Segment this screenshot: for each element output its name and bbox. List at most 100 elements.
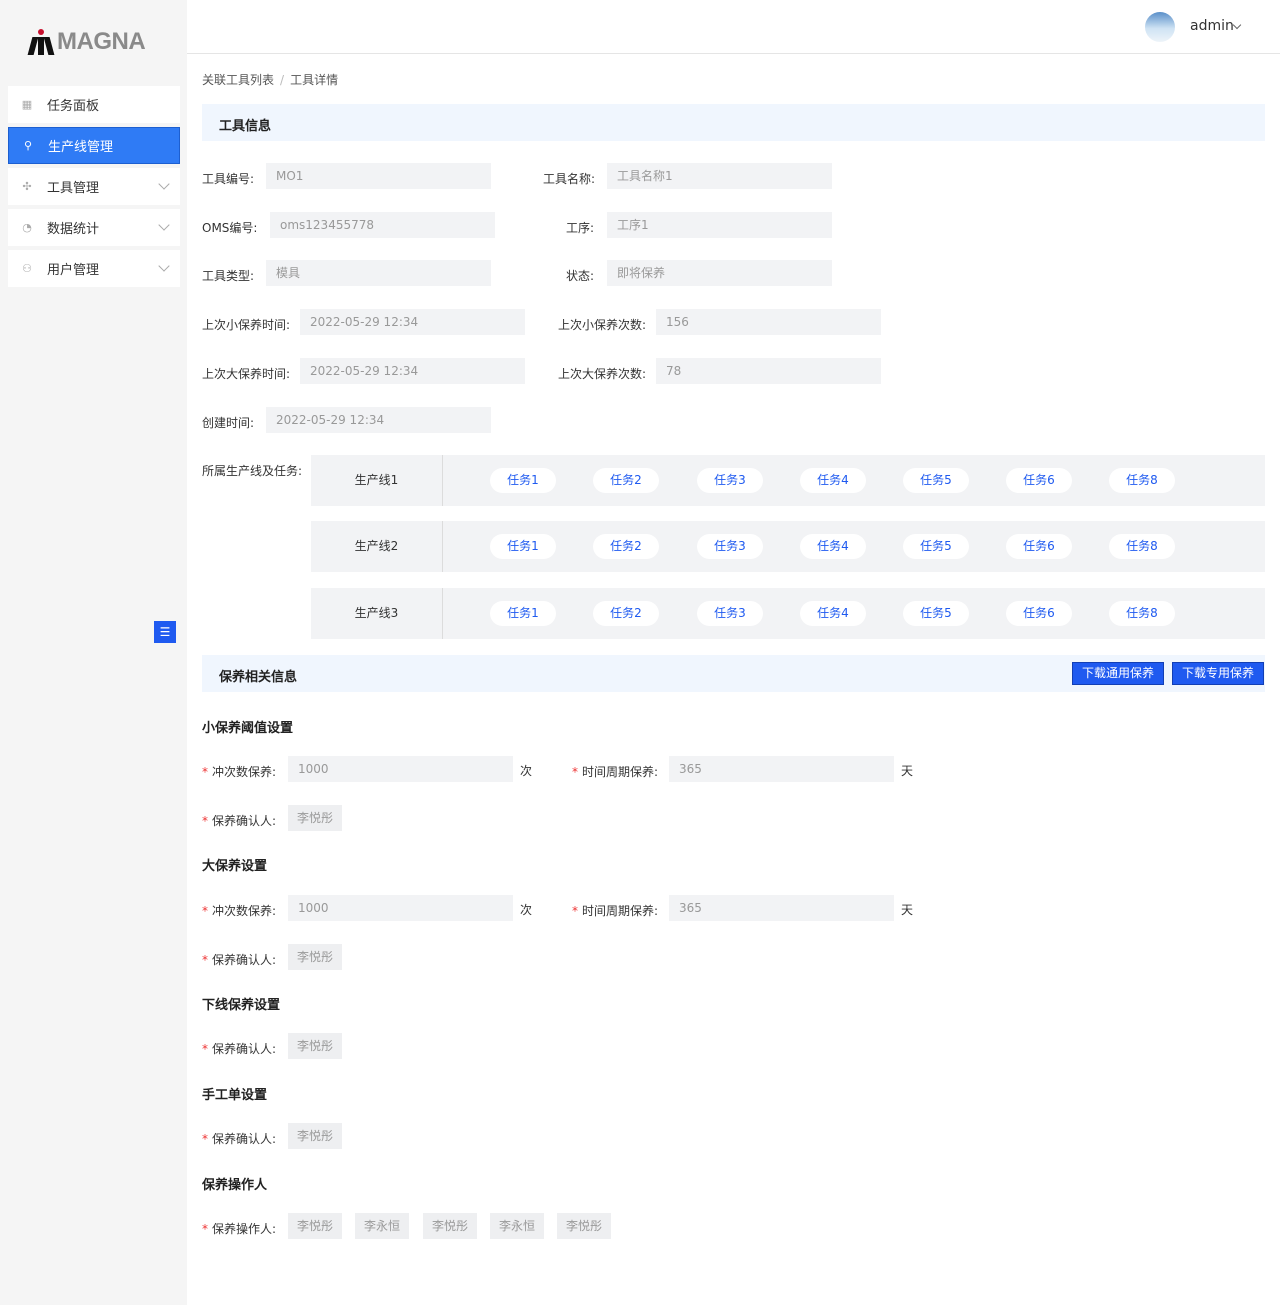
production-line-name: 生产线1 — [311, 455, 443, 506]
tool-info-header: 工具信息 — [202, 104, 1265, 141]
minor-stroke-input[interactable]: 1000 — [288, 756, 513, 782]
task-pill[interactable]: 任务5 — [903, 468, 969, 493]
status-label: 状态: — [566, 269, 595, 283]
section-title: 工具信息 — [219, 119, 272, 134]
period-unit: 天 — [901, 764, 914, 778]
major-stroke-label: * 冲次数保养: — [202, 904, 277, 918]
task-pill[interactable]: 任务8 — [1109, 468, 1175, 493]
last-minor-time-label: 上次小保养时间: — [202, 318, 291, 332]
required-mark: * — [202, 1222, 208, 1236]
collapse-sidebar-icon[interactable]: ☰ — [154, 621, 176, 643]
sidebar-item-data-stats[interactable]: ◔ 数据统计 — [8, 209, 180, 246]
grid-icon: ▦ — [21, 97, 33, 111]
top-header: admin — [187, 0, 1280, 54]
operator-tag[interactable]: 李悦彤 — [288, 1213, 343, 1239]
oms-field[interactable]: oms123455778 — [270, 212, 495, 238]
task-pill[interactable]: 任务8 — [1109, 601, 1175, 626]
operator-tag[interactable]: 李悦彤 — [557, 1213, 612, 1239]
production-line-row: 生产线1 任务1 任务2 任务3 任务4 任务5 任务6 任务8 — [311, 455, 1265, 506]
sidebar-item-tool-management[interactable]: ✣ 工具管理 — [8, 168, 180, 205]
major-stroke-input[interactable]: 1000 — [288, 895, 513, 921]
sidebar-item-production-line[interactable]: ⚲ 生产线管理 — [8, 127, 180, 164]
offline-confirmer-tag[interactable]: 李悦彤 — [288, 1033, 343, 1059]
sidebar-item-user-management[interactable]: ⚇ 用户管理 — [8, 250, 180, 287]
user-name[interactable]: admin — [1190, 18, 1234, 34]
last-minor-count-field[interactable]: 156 — [656, 309, 881, 335]
oms-label: OMS编号: — [202, 221, 258, 235]
offline-confirmer-label: * 保养确认人: — [202, 1042, 277, 1056]
task-pill[interactable]: 任务8 — [1109, 534, 1175, 559]
section-title: 保养相关信息 — [219, 670, 298, 685]
task-pill[interactable]: 任务2 — [593, 534, 659, 559]
download-special-button[interactable]: 下载专用保养 — [1172, 662, 1265, 685]
task-pill[interactable]: 任务4 — [800, 601, 866, 626]
magna-logo[interactable]: MAGNA — [27, 28, 146, 56]
created-time-field[interactable]: 2022-05-29 12:34 — [266, 407, 491, 433]
avatar[interactable] — [1145, 12, 1175, 42]
task-pill[interactable]: 任务4 — [800, 534, 866, 559]
task-pill[interactable]: 任务5 — [903, 601, 969, 626]
operator-tag[interactable]: 李永恒 — [355, 1213, 410, 1239]
task-pill[interactable]: 任务6 — [1006, 601, 1072, 626]
last-major-time-field[interactable]: 2022-05-29 12:34 — [300, 358, 525, 384]
tool-no-field[interactable]: MO1 — [266, 163, 491, 189]
sidebar-item-label: 工具管理 — [47, 181, 100, 196]
process-field[interactable]: 工序1 — [607, 212, 832, 238]
minor-period-input[interactable]: 365 — [669, 756, 894, 782]
tool-name-label: 工具名称: — [543, 172, 596, 186]
task-pill[interactable]: 任务2 — [593, 601, 659, 626]
production-line-row: 生产线3 任务1 任务2 任务3 任务4 任务5 任务6 任务8 — [311, 588, 1265, 639]
sidebar: MAGNA ▦ 任务面板 ⚲ 生产线管理 ✣ 工具管理 ◔ 数据统计 ⚇ 用户管… — [0, 0, 187, 1305]
tool-name-field[interactable]: 工具名称1 — [607, 163, 832, 189]
manual-order-title: 手工单设置 — [202, 1088, 268, 1103]
minor-confirmer-tag[interactable]: 李悦彤 — [288, 805, 343, 831]
task-pill[interactable]: 任务6 — [1006, 468, 1072, 493]
task-pill[interactable]: 任务3 — [697, 468, 763, 493]
required-mark: * — [202, 1132, 208, 1146]
manual-confirmer-tag[interactable]: 李悦彤 — [288, 1123, 343, 1149]
task-pill[interactable]: 任务1 — [490, 601, 556, 626]
task-pill[interactable]: 任务5 — [903, 534, 969, 559]
major-period-label: * 时间周期保养: — [572, 904, 659, 918]
task-pill[interactable]: 任务2 — [593, 468, 659, 493]
required-mark: * — [202, 953, 208, 967]
operator-tag[interactable]: 李永恒 — [490, 1213, 545, 1239]
last-minor-time-field[interactable]: 2022-05-29 12:34 — [300, 309, 525, 335]
maintenance-info-header: 保养相关信息 下载通用保养 下载专用保养 — [202, 655, 1265, 692]
chevron-down-icon[interactable] — [1232, 20, 1242, 30]
required-mark: * — [202, 904, 208, 918]
sidebar-item-label: 用户管理 — [47, 263, 100, 278]
minor-confirmer-label: * 保养确认人: — [202, 814, 277, 828]
period-unit: 天 — [901, 903, 914, 917]
last-major-time-label: 上次大保养时间: — [202, 367, 291, 381]
task-pill[interactable]: 任务1 — [490, 534, 556, 559]
production-line-name: 生产线3 — [311, 588, 443, 639]
task-pill[interactable]: 任务4 — [800, 468, 866, 493]
last-major-count-label: 上次大保养次数: — [558, 367, 647, 381]
sidebar-item-label: 任务面板 — [47, 99, 100, 114]
breadcrumb-separator: / — [280, 73, 285, 87]
magna-logo-mark-icon — [27, 29, 55, 55]
major-confirmer-label: * 保养确认人: — [202, 953, 277, 967]
task-pill[interactable]: 任务3 — [697, 534, 763, 559]
created-time-label: 创建时间: — [202, 416, 255, 430]
major-maintenance-title: 大保养设置 — [202, 859, 268, 874]
task-pill[interactable]: 任务1 — [490, 468, 556, 493]
download-general-button[interactable]: 下载通用保养 — [1072, 662, 1165, 685]
status-field[interactable]: 即将保养 — [607, 260, 832, 286]
breadcrumb-parent[interactable]: 关联工具列表 — [202, 73, 274, 87]
production-line-row: 生产线2 任务1 任务2 任务3 任务4 任务5 任务6 任务8 — [311, 521, 1265, 572]
major-confirmer-tag[interactable]: 李悦彤 — [288, 944, 343, 970]
logo-text: MAGNA — [57, 28, 146, 55]
task-pill[interactable]: 任务6 — [1006, 534, 1072, 559]
task-pill[interactable]: 任务3 — [697, 601, 763, 626]
production-line-name: 生产线2 — [311, 521, 443, 572]
org-chart-icon: ⚲ — [23, 138, 33, 152]
tool-type-field[interactable]: 模具 — [266, 260, 491, 286]
sidebar-item-task-panel[interactable]: ▦ 任务面板 — [8, 86, 180, 123]
chart-icon: ◔ — [22, 220, 32, 234]
operator-tag[interactable]: 李悦彤 — [423, 1213, 478, 1239]
major-period-input[interactable]: 365 — [669, 895, 894, 921]
required-mark: * — [572, 765, 578, 779]
last-major-count-field[interactable]: 78 — [656, 358, 881, 384]
